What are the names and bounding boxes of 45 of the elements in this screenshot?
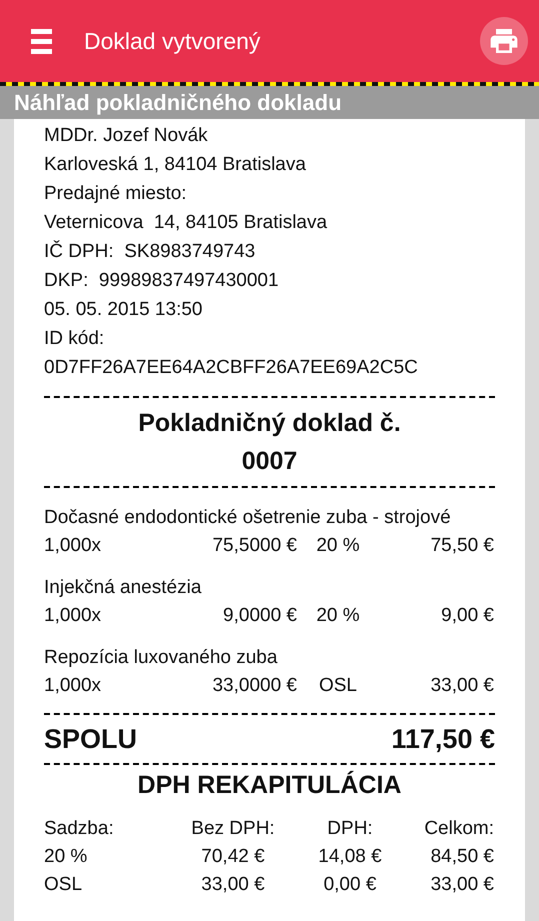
merchant-line: DKP: 99989837497430001 <box>44 269 280 293</box>
item-total: 9,00 € <box>440 604 494 628</box>
vat-column-header: DPH: <box>326 817 374 841</box>
receipt-title: Pokladničný doklad č. <box>138 408 401 439</box>
app-bar-title: Doklad vytvorený <box>84 26 260 56</box>
merchant-line: 05. 05. 2015 13:50 <box>44 298 204 322</box>
merchant-line: Karloveská 1, 84104 Bratislava <box>44 153 307 177</box>
merchant-line: Predajné miesto: <box>44 182 188 206</box>
item-unit-price: 9,0000 € <box>222 604 297 628</box>
merchant-line: MDDr. Jozef Novák <box>44 124 209 148</box>
merchant-line: IČ DPH: SK8983749743 <box>44 239 256 264</box>
vat-column-header: Bez DPH: <box>190 817 276 841</box>
total-label: SPOLU <box>44 723 138 756</box>
vat-table-cell-text: 33,00 € <box>430 873 494 897</box>
merchant-line: 0D7FF26A7EE64A2CBFF26A7EE69A2C5C <box>44 356 419 380</box>
preview-header: Náhľad pokladničného dokladu <box>0 86 539 119</box>
print-button[interactable] <box>480 17 528 65</box>
item-total: 75,50 € <box>430 534 494 558</box>
item-name: Repozícia luxovaného zuba <box>44 646 278 670</box>
item-total: 33,00 € <box>430 674 494 698</box>
vat-table-cell-text: 20 % <box>44 845 88 869</box>
item-quantity: 1,000x <box>44 604 102 628</box>
item-quantity: 1,000x <box>44 534 102 558</box>
item-unit-price: 33,0000 € <box>211 674 297 698</box>
merchant-line: Veternicova 14, 84105 Bratislava <box>44 211 328 235</box>
item-unit-price: 75,5000 € <box>211 534 297 558</box>
vat-column-header: Sadzba: <box>44 817 115 841</box>
vat-table-cell-text: 33,00 € <box>200 873 266 897</box>
vat-table-cell-text: 14,08 € <box>317 845 383 869</box>
vat-table-cell-text: OSL <box>44 873 84 897</box>
item-name: Dočasné endodontické ošetrenie zuba - strojové <box>44 506 452 530</box>
item-vat-rate: OSL <box>318 674 358 698</box>
item-name: Injekčná anestézia <box>44 576 202 600</box>
vat-table-cell-text: 70,42 € <box>200 845 266 869</box>
item-quantity: 1,000x <box>44 674 102 698</box>
vat-summary-title: DPH REKAPITULÁCIA <box>136 770 402 801</box>
receipt-number: 0007 <box>242 446 298 477</box>
total-value: 117,50 € <box>391 723 495 756</box>
merchant-line: ID kód: <box>44 327 106 351</box>
item-vat-rate: 20 % <box>315 604 361 628</box>
vat-table-cell-text: 0,00 € <box>322 873 378 897</box>
vat-column-header: Celkom: <box>423 817 494 841</box>
vat-table-cell-text: 84,50 € <box>430 845 494 869</box>
item-vat-rate: 20 % <box>315 534 361 558</box>
menu-icon[interactable] <box>31 28 52 54</box>
